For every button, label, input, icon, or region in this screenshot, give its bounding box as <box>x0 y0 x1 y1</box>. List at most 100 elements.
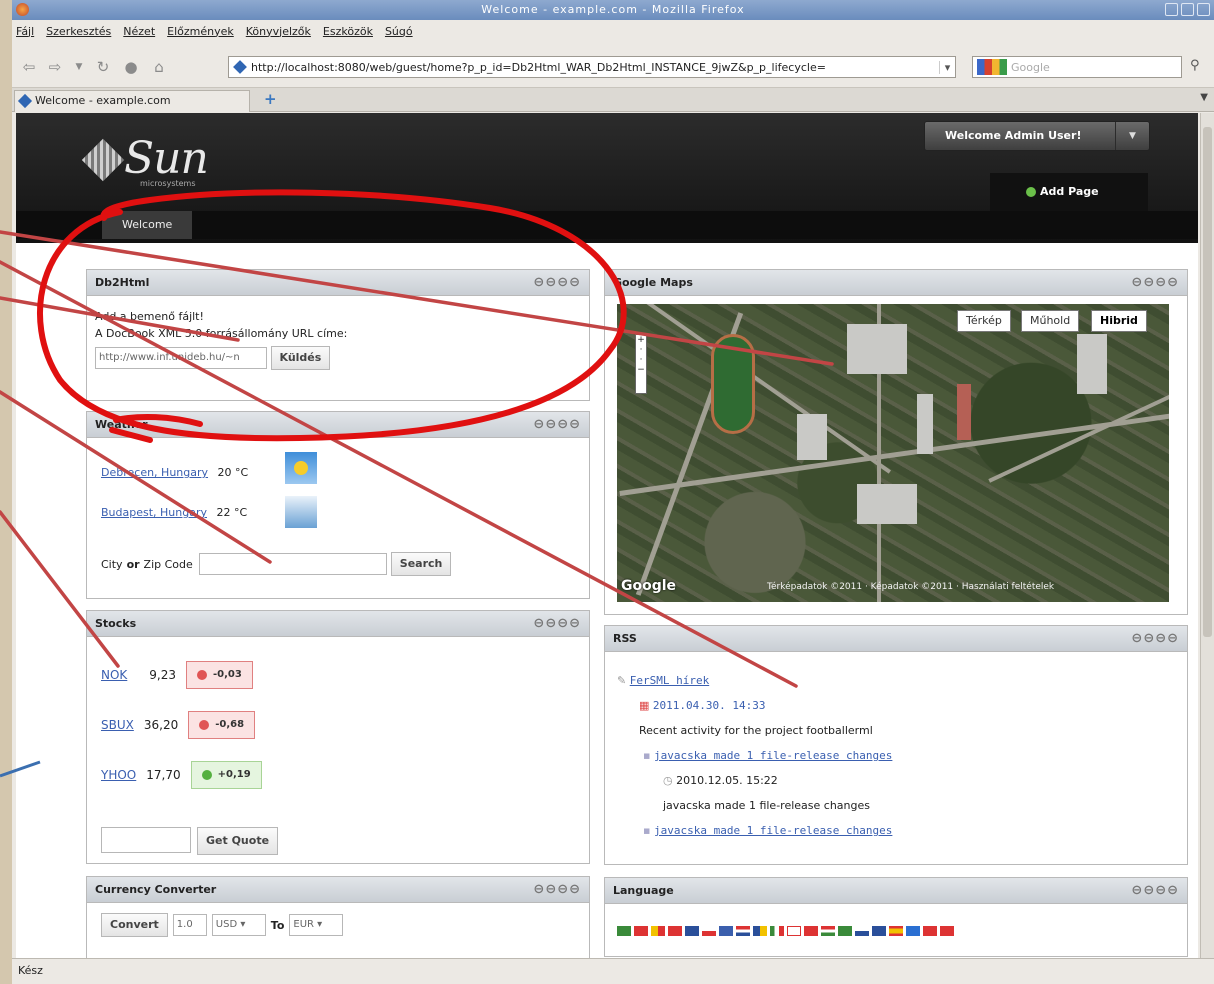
portlet-controls-icon[interactable]: ⊖⊖⊖⊖ <box>1131 626 1179 652</box>
flag-icon[interactable] <box>651 926 665 936</box>
flag-icon[interactable] <box>872 926 886 936</box>
stock-symbol-link[interactable]: YHOO <box>101 768 136 782</box>
flag-icon[interactable] <box>855 926 869 936</box>
minimize-button[interactable] <box>1165 3 1178 16</box>
window-controls <box>1165 3 1210 16</box>
language-portlet: Language ⊖⊖⊖⊖ <box>604 877 1188 957</box>
add-page-button[interactable]: Add Page <box>990 173 1148 211</box>
flag-icon[interactable] <box>770 926 784 936</box>
search-bar[interactable]: Google <box>972 56 1182 78</box>
portlet-controls-icon[interactable]: ⊖⊖⊖⊖ <box>533 412 581 438</box>
feed-item-link[interactable]: javacska made 1 file-release changes <box>654 824 892 837</box>
sun-icon <box>285 452 317 484</box>
home-icon[interactable]: ⌂ <box>148 56 170 78</box>
convert-button[interactable]: Convert <box>101 913 168 937</box>
forward-icon[interactable]: ⇨ <box>44 56 66 78</box>
window-title: Welcome - example.com - Mozilla Firefox <box>481 3 745 16</box>
flag-icon[interactable] <box>889 926 903 936</box>
language-flags <box>617 926 954 936</box>
maximize-button[interactable] <box>1181 3 1194 16</box>
menu-bookmarks[interactable]: Könyvjelzők <box>246 25 311 38</box>
menu-edit[interactable]: Szerkesztés <box>46 25 111 38</box>
vertical-scrollbar[interactable] <box>1200 113 1214 958</box>
map-type-map[interactable]: Térkép <box>957 310 1011 332</box>
stock-symbol-link[interactable]: SBUX <box>101 718 134 732</box>
currency-portlet: Currency Converter ⊖⊖⊖⊖ Convert 1.0 USD … <box>86 876 590 958</box>
url-bar[interactable]: http://localhost:8080/web/guest/home?p_p… <box>228 56 956 78</box>
amount-input[interactable]: 1.0 <box>172 914 207 936</box>
flag-icon[interactable] <box>617 926 631 936</box>
flag-icon[interactable] <box>719 926 733 936</box>
page-content: Sun microsystems Welcome Admin User! ▼ A… <box>16 113 1198 958</box>
flag-icon[interactable] <box>923 926 937 936</box>
get-quote-button[interactable]: Get Quote <box>197 827 279 855</box>
from-currency-select[interactable]: USD ▾ <box>211 914 266 936</box>
portlet-controls-icon[interactable]: ⊖⊖⊖⊖ <box>1131 878 1179 904</box>
flag-icon[interactable] <box>685 926 699 936</box>
new-tab-icon[interactable]: + <box>264 90 277 108</box>
weather-city-link[interactable]: Budapest, Hungary <box>101 506 207 519</box>
flag-icon[interactable] <box>668 926 682 936</box>
flag-icon[interactable] <box>702 926 716 936</box>
portlet-controls-icon[interactable]: ⊖⊖⊖⊖ <box>533 877 581 903</box>
portlet-controls-icon[interactable]: ⊖⊖⊖⊖ <box>1131 270 1179 296</box>
docbook-url-input[interactable]: http://www.inf.unideb.hu/~n <box>95 347 267 369</box>
stock-symbol-input[interactable] <box>101 827 191 853</box>
feed-item-link[interactable]: javacska made 1 file-release changes <box>654 749 892 762</box>
menu-history[interactable]: Előzmények <box>167 25 234 38</box>
stock-price: 36,20 <box>143 718 179 732</box>
weather-city-link[interactable]: Debrecen, Hungary <box>101 466 208 479</box>
flag-icon[interactable] <box>787 926 801 936</box>
map-type-satellite[interactable]: Műhold <box>1021 310 1080 332</box>
back-icon[interactable]: ⇦ <box>18 56 40 78</box>
map-zoom-control[interactable]: + · · − <box>635 334 647 394</box>
feed-title-link[interactable]: FerSML hírek <box>630 674 709 687</box>
flag-icon[interactable] <box>940 926 954 936</box>
flag-icon[interactable] <box>906 926 920 936</box>
db2html-instruction: Add a bemenő fájlt! <box>95 310 204 323</box>
city-label: City <box>101 557 123 571</box>
bullet-icon: ▪ <box>643 749 651 762</box>
search-engine-icon[interactable] <box>977 59 1007 75</box>
portlet-title: Google Maps <box>613 276 693 289</box>
search-icon[interactable]: ⚲ <box>1190 58 1200 73</box>
user-menu-button[interactable]: Welcome Admin User! ▼ <box>924 121 1150 151</box>
stop-icon[interactable]: ● <box>120 56 142 78</box>
weather-temp: 20 °C <box>217 466 249 479</box>
satellite-map[interactable]: + · · − Térkép Műhold Hibrid Google Térképa… <box>617 304 1169 602</box>
reload-icon[interactable]: ↻ <box>92 56 114 78</box>
clock-icon: ◷ <box>663 774 673 787</box>
tab-list-icon[interactable]: ▼ <box>1200 92 1208 103</box>
maps-portlet: Google Maps ⊖⊖⊖⊖ + · · − Térkép Műhold Hi <box>604 269 1188 615</box>
menu-view[interactable]: Nézet <box>123 25 155 38</box>
menu-file[interactable]: Fájl <box>16 25 34 38</box>
add-page-label: Add Page <box>1040 185 1099 198</box>
stock-price: 17,70 <box>146 768 181 782</box>
weather-search-button[interactable]: Search <box>390 552 452 576</box>
zip-code-input[interactable] <box>198 553 387 575</box>
flag-icon[interactable] <box>736 926 750 936</box>
menu-help[interactable]: Súgó <box>385 25 413 38</box>
flag-icon[interactable] <box>821 926 835 936</box>
close-button[interactable] <box>1197 3 1210 16</box>
flag-icon[interactable] <box>838 926 852 936</box>
to-currency-select[interactable]: EUR ▾ <box>289 914 344 936</box>
status-bar: Kész <box>12 958 1214 984</box>
tab-welcome[interactable]: Welcome - example.com <box>14 90 250 112</box>
flag-icon[interactable] <box>634 926 648 936</box>
chevron-down-icon[interactable]: ▼ <box>1115 122 1149 150</box>
url-text: http://localhost:8080/web/guest/home?p_p… <box>251 60 826 74</box>
url-dropdown-icon[interactable]: ▾ <box>939 60 955 74</box>
menu-tools[interactable]: Eszközök <box>323 25 373 38</box>
map-type-hybrid[interactable]: Hibrid <box>1091 310 1147 332</box>
flag-icon[interactable] <box>804 926 818 936</box>
calendar-icon: ▦ <box>639 699 650 712</box>
submit-button[interactable]: Küldés <box>270 346 331 370</box>
history-dropdown-icon[interactable]: ▼ <box>68 56 90 78</box>
nav-tab-welcome[interactable]: Welcome <box>102 211 192 239</box>
stock-symbol-link[interactable]: NOK <box>101 668 127 682</box>
flag-icon[interactable] <box>753 926 767 936</box>
portlet-controls-icon[interactable]: ⊖⊖⊖⊖ <box>533 611 581 637</box>
scrollbar-thumb[interactable] <box>1203 127 1212 637</box>
portlet-controls-icon[interactable]: ⊖⊖⊖⊖ <box>533 270 581 296</box>
